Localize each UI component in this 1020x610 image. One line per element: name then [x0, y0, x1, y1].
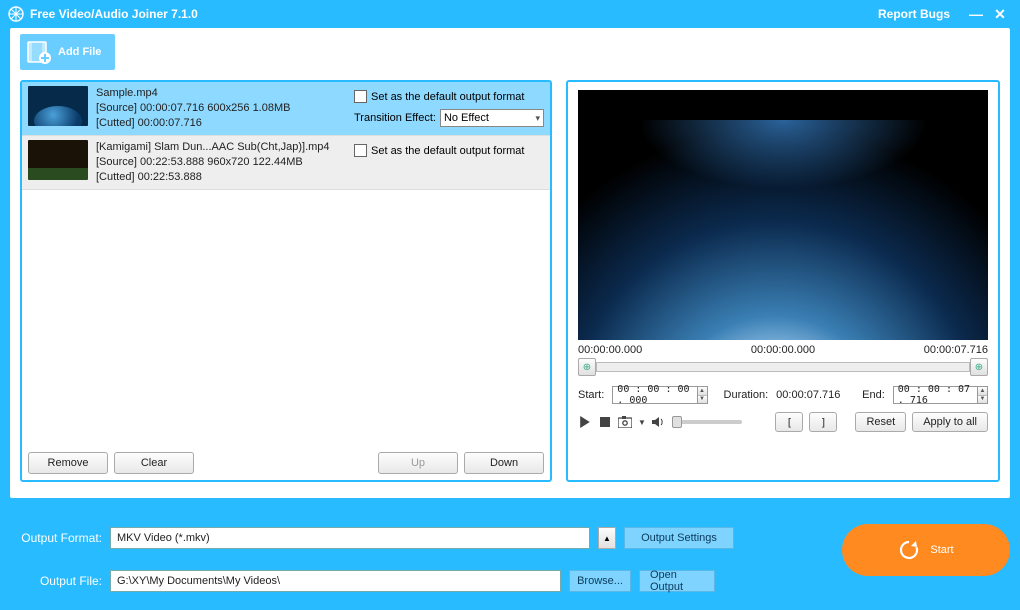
play-button[interactable] [578, 415, 592, 429]
file-source-info: [Source] 00:00:07.716 600x256 1.08MB [96, 101, 354, 116]
set-default-label: Set as the default output format [371, 145, 524, 157]
output-format-select[interactable]: MKV Video (*.mkv) [110, 527, 590, 549]
file-cutted-info: [Cutted] 00:22:53.888 [96, 170, 354, 185]
transition-select[interactable]: No Effect ▾ [440, 109, 544, 127]
file-thumbnail [28, 140, 88, 180]
add-file-icon [26, 39, 52, 65]
file-cutted-info: [Cutted] 00:00:07.716 [96, 116, 354, 131]
file-row[interactable]: [Kamigami] Slam Dun...AAC Sub(Cht,Jap)].… [22, 136, 550, 190]
timeline-slider[interactable]: ⊕ ⊕ [578, 358, 988, 376]
output-format-dropdown-button[interactable]: ▲ [598, 527, 616, 549]
timeline-current-time: 00:00:00.000 [751, 344, 815, 356]
file-name: [Kamigami] Slam Dun...AAC Sub(Cht,Jap)].… [96, 140, 354, 155]
start-button[interactable]: Start [842, 524, 1010, 576]
trim-start-handle[interactable]: ⊕ [578, 358, 596, 376]
timeline-start-time: 00:00:00.000 [578, 344, 642, 356]
transition-label: Transition Effect: [354, 112, 436, 124]
open-output-button[interactable]: Open Output [639, 570, 715, 592]
remove-button[interactable]: Remove [28, 452, 108, 474]
transition-value: No Effect [444, 112, 489, 124]
set-default-checkbox[interactable] [354, 144, 367, 157]
minimize-button[interactable]: — [964, 2, 988, 26]
snapshot-button[interactable] [618, 415, 632, 429]
close-button[interactable]: ✕ [988, 2, 1012, 26]
output-file-label: Output File: [10, 574, 102, 588]
start-label: Start: [578, 389, 604, 401]
file-list: Sample.mp4 [Source] 00:00:07.716 600x256… [22, 82, 550, 446]
report-bugs-link[interactable]: Report Bugs [878, 7, 950, 21]
end-label: End: [862, 389, 885, 401]
start-label: Start [930, 544, 953, 556]
down-button[interactable]: Down [464, 452, 544, 474]
set-default-label: Set as the default output format [371, 91, 524, 103]
chevron-down-icon: ▾ [535, 113, 540, 124]
volume-icon[interactable] [652, 415, 666, 429]
output-format-label: Output Format: [10, 531, 102, 545]
start-time-spinner[interactable]: ▲▼ [698, 386, 708, 404]
volume-slider[interactable] [672, 420, 742, 424]
duration-value: 00:00:07.716 [776, 389, 840, 401]
end-time-input[interactable]: 00 : 00 : 07 . 716 [893, 386, 978, 404]
trim-end-handle[interactable]: ⊕ [970, 358, 988, 376]
window-title: Free Video/Audio Joiner 7.1.0 [30, 7, 198, 21]
mark-out-button[interactable]: ] [809, 412, 837, 432]
mark-in-button[interactable]: [ [775, 412, 803, 432]
output-file-value: G:\XY\My Documents\My Videos\ [117, 575, 280, 587]
output-format-value: MKV Video (*.mkv) [117, 532, 210, 544]
video-preview[interactable] [578, 90, 988, 340]
clear-button[interactable]: Clear [114, 452, 194, 474]
start-time-input[interactable]: 00 : 00 : 00 . 000 [612, 386, 697, 404]
end-time-spinner[interactable]: ▲▼ [978, 386, 988, 404]
apply-all-button[interactable]: Apply to all [912, 412, 988, 432]
output-settings-button[interactable]: Output Settings [624, 527, 734, 549]
app-logo-icon [8, 6, 24, 22]
file-name: Sample.mp4 [96, 86, 354, 101]
add-file-label: Add File [58, 46, 101, 58]
file-thumbnail [28, 86, 88, 126]
add-file-button[interactable]: Add File [20, 34, 115, 70]
refresh-icon [898, 539, 920, 561]
browse-button[interactable]: Browse... [569, 570, 631, 592]
file-row[interactable]: Sample.mp4 [Source] 00:00:07.716 600x256… [22, 82, 550, 136]
up-button[interactable]: Up [378, 452, 458, 474]
file-source-info: [Source] 00:22:53.888 960x720 122.44MB [96, 155, 354, 170]
stop-button[interactable] [598, 415, 612, 429]
timeline-end-time: 00:00:07.716 [924, 344, 988, 356]
output-file-input[interactable]: G:\XY\My Documents\My Videos\ [110, 570, 561, 592]
set-default-checkbox[interactable] [354, 90, 367, 103]
reset-button[interactable]: Reset [855, 412, 906, 432]
duration-label: Duration: [724, 389, 769, 401]
